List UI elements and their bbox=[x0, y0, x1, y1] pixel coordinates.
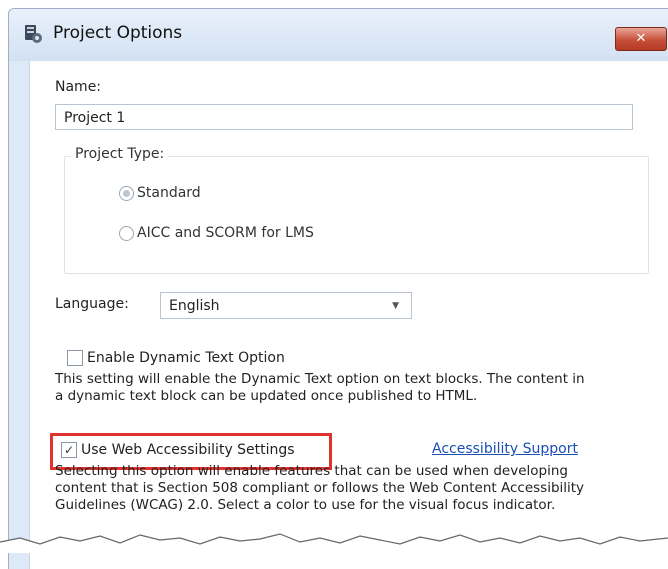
dynamic-text-desc-line-1: This setting will enable the Dynamic Tex… bbox=[55, 371, 585, 387]
web-accessibility-desc-line-3: Guidelines (WCAG) 2.0. Select a color to… bbox=[55, 497, 556, 513]
torn-edge bbox=[0, 533, 668, 553]
project-options-app-icon bbox=[25, 25, 42, 43]
radio-standard-label: Standard bbox=[137, 185, 201, 201]
radio-standard-indicator[interactable] bbox=[119, 185, 134, 201]
window-title: Project Options bbox=[53, 23, 183, 43]
web-accessibility-desc-line-1: Selecting this option will enable featur… bbox=[55, 463, 568, 479]
radio-aicc-scorm-label: AICC and SCORM for LMS bbox=[137, 225, 314, 241]
name-input[interactable]: Project 1 bbox=[55, 104, 633, 130]
web-accessibility-label: Use Web Accessibility Settings bbox=[81, 442, 295, 458]
radio-aicc-scorm-indicator[interactable] bbox=[119, 225, 134, 241]
radio-standard[interactable]: Standard bbox=[119, 185, 201, 201]
project-type-legend: Project Type: bbox=[71, 146, 169, 162]
language-select[interactable]: English ▼ bbox=[160, 292, 412, 319]
language-label: Language: bbox=[55, 296, 129, 312]
web-accessibility-option[interactable]: ✓ Use Web Accessibility Settings bbox=[61, 442, 295, 458]
close-icon: ✕ bbox=[635, 31, 647, 46]
project-options-dialog: Project Options ✕ Name: Project 1 Projec… bbox=[8, 8, 668, 569]
dynamic-text-desc-line-2: a dynamic text block can be updated once… bbox=[55, 388, 478, 404]
radio-aicc-scorm[interactable]: AICC and SCORM for LMS bbox=[119, 225, 314, 241]
web-accessibility-checkbox[interactable]: ✓ bbox=[61, 442, 77, 458]
close-button[interactable]: ✕ bbox=[615, 27, 667, 51]
title-bar[interactable]: Project Options ✕ bbox=[9, 9, 668, 61]
chevron-down-icon: ▼ bbox=[392, 301, 399, 311]
web-accessibility-desc-line-2: content that is Section 508 compliant or… bbox=[55, 480, 585, 496]
name-label: Name: bbox=[55, 79, 102, 95]
accessibility-support-link[interactable]: Accessibility Support bbox=[432, 441, 578, 457]
dynamic-text-label: Enable Dynamic Text Option bbox=[87, 350, 285, 366]
project-type-group: Project Type: Standard AICC and SCORM fo… bbox=[64, 146, 649, 274]
dynamic-text-option[interactable]: Enable Dynamic Text Option bbox=[67, 350, 285, 366]
dialog-content: Name: Project 1 Project Type: Standard A… bbox=[29, 61, 668, 569]
language-value: English bbox=[169, 298, 220, 314]
web-accessibility-description: Selecting this option will enable featur… bbox=[55, 463, 665, 514]
dynamic-text-description: This setting will enable the Dynamic Tex… bbox=[55, 371, 665, 405]
dynamic-text-checkbox[interactable] bbox=[67, 350, 83, 366]
